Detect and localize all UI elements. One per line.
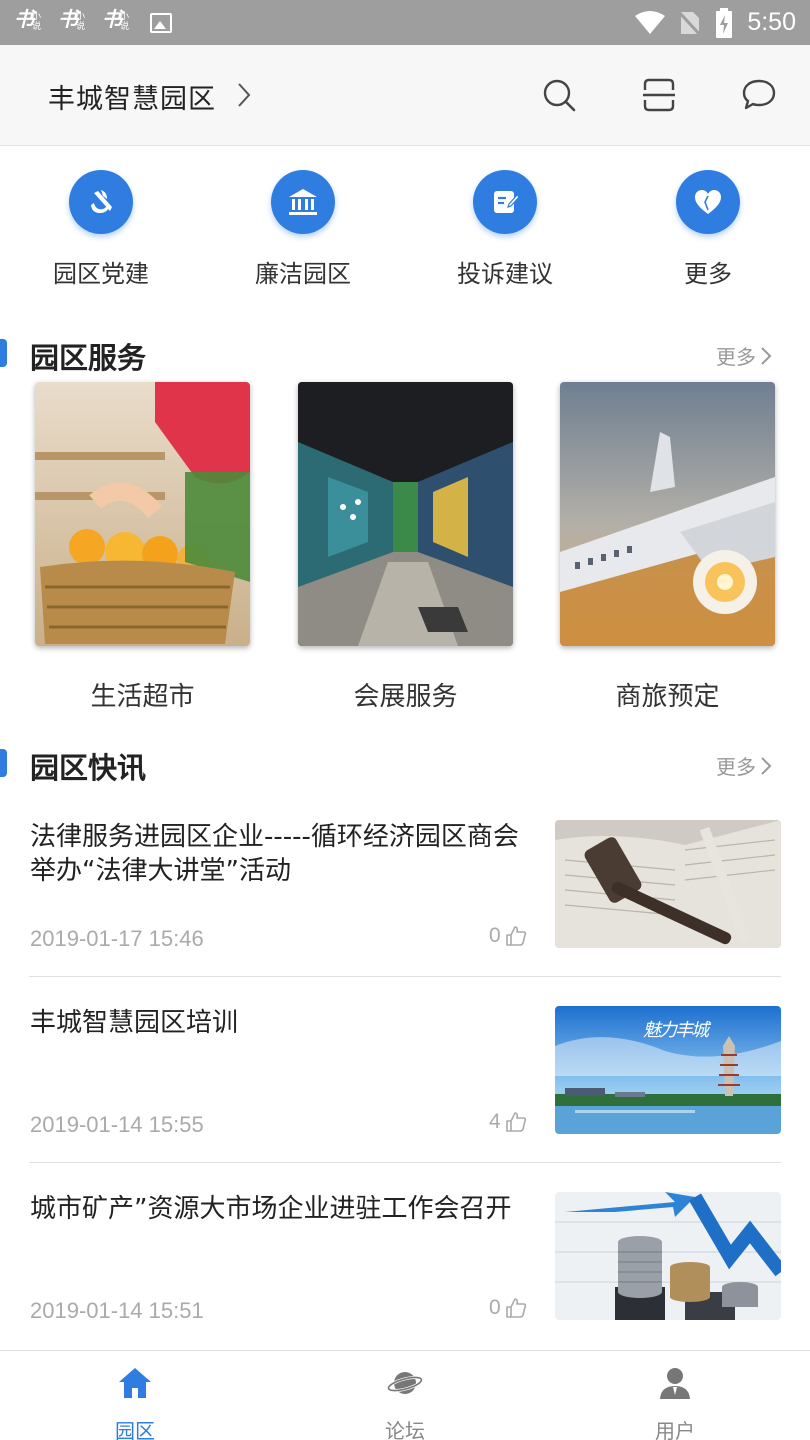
quick-entry-more[interactable]: 更多 <box>628 170 788 289</box>
news-thumbnail <box>555 820 781 948</box>
news-more-link[interactable]: 更多 <box>716 751 772 780</box>
government-building-icon <box>271 170 335 234</box>
nav-tab-park[interactable]: 园区 <box>65 1365 205 1440</box>
no-sim-icon <box>679 10 702 36</box>
status-bar: 书小说 书小说 书小说 5:50 <box>0 0 810 45</box>
thumbs-up-icon <box>505 1298 526 1318</box>
nav-label: 园区 <box>115 1419 155 1440</box>
more-label: 更多 <box>716 345 756 369</box>
quick-entry-label: 廉洁园区 <box>255 260 351 288</box>
chevron-right-icon <box>761 756 772 775</box>
service-label: 生活超市 <box>90 682 195 712</box>
like-count: 4 <box>489 1110 501 1133</box>
exhibition-hall-photo <box>298 382 513 646</box>
novel-app-notification-icon: 书小说 <box>14 6 42 32</box>
scan-icon[interactable] <box>640 76 678 114</box>
search-icon[interactable] <box>540 76 578 114</box>
news-item-title: 法律服务进园区企业-----循环经济园区商会举办“法律大讲堂”活动 <box>30 822 519 886</box>
services-section-header: 园区服务 更多 <box>0 333 810 375</box>
nav-tab-forum[interactable]: 论坛 <box>335 1365 475 1440</box>
news-title: 园区快讯 <box>30 751 147 785</box>
service-label: 会展服务 <box>353 682 458 712</box>
city-skyline-photo: 魅力丰城 <box>555 1006 781 1134</box>
thumbs-up-icon <box>505 1112 526 1132</box>
park-selector-title[interactable]: 丰城智慧园区 <box>48 77 216 116</box>
service-card-supermarket[interactable] <box>35 382 250 646</box>
news-item[interactable]: 法律服务进园区企业-----循环经济园区商会举办“法律大讲堂”活动 2019-0… <box>0 820 810 1006</box>
divider <box>29 976 781 977</box>
news-item[interactable]: 丰城智慧园区培训 2019-01-14 15:55 4 魅力丰城 <box>0 1006 810 1192</box>
quick-entry-clean-park[interactable]: 廉洁园区 <box>223 170 383 289</box>
like-count: 0 <box>489 924 501 947</box>
battery-charging-icon <box>716 7 733 38</box>
section-accent-bar <box>0 749 7 777</box>
party-emblem-icon <box>69 170 133 234</box>
news-item-title: 丰城智慧园区培训 <box>30 1008 239 1038</box>
news-item-date: 2019-01-17 15:46 <box>30 926 204 951</box>
service-card-travel[interactable] <box>560 382 775 646</box>
nav-tab-user[interactable]: 用户 <box>605 1365 745 1440</box>
notification-icons: 书小说 书小说 书小说 <box>14 8 172 38</box>
section-accent-bar <box>0 339 7 367</box>
planet-icon <box>387 1372 423 1394</box>
user-icon <box>660 1368 690 1399</box>
news-thumbnail: 魅力丰城 <box>555 1006 781 1134</box>
image-notification-icon <box>150 12 172 33</box>
airplane-photo <box>560 382 775 646</box>
news-item-date: 2019-01-14 15:51 <box>30 1298 204 1323</box>
chevron-right-icon[interactable] <box>236 82 252 108</box>
like-counter[interactable]: 0 <box>489 1296 527 1320</box>
nav-label: 论坛 <box>385 1419 425 1440</box>
quick-entry-grid: 园区党建 廉洁园区 投诉建议 更多 <box>0 146 810 296</box>
service-label: 商旅预定 <box>615 682 720 712</box>
novel-app-notification-icon: 书小说 <box>58 6 86 32</box>
thumbs-up-icon <box>505 926 526 946</box>
app-header: 丰城智慧园区 <box>0 45 810 146</box>
quick-entry-label: 投诉建议 <box>457 260 553 288</box>
news-item-date: 2019-01-14 15:55 <box>30 1112 204 1137</box>
like-count: 0 <box>489 1296 501 1319</box>
service-card-exhibition[interactable] <box>298 382 513 646</box>
bottom-navigation: 园区 论坛 用户 <box>0 1350 810 1440</box>
more-label: 更多 <box>716 755 756 779</box>
quick-entry-party-building[interactable]: 园区党建 <box>21 170 181 289</box>
chevron-right-icon <box>761 346 772 365</box>
clock: 5:50 <box>747 8 796 36</box>
wifi-icon <box>635 10 666 34</box>
news-section-header: 园区快讯 更多 <box>0 743 810 785</box>
quick-entry-label: 更多 <box>684 260 732 288</box>
like-counter[interactable]: 0 <box>489 924 527 948</box>
coins-chart-photo <box>555 1192 781 1320</box>
gavel-photo <box>555 820 781 948</box>
message-icon[interactable] <box>740 76 778 114</box>
heart-icon <box>676 170 740 234</box>
news-thumbnail <box>555 1192 781 1320</box>
note-edit-icon <box>473 170 537 234</box>
grocery-basket-photo <box>35 382 250 646</box>
services-title: 园区服务 <box>30 341 147 375</box>
quick-entry-label: 园区党建 <box>53 260 149 288</box>
news-item-title: 城市矿产”资源大市场企业进驻工作会召开 <box>30 1194 512 1224</box>
like-counter[interactable]: 4 <box>489 1110 527 1134</box>
divider <box>29 1162 781 1163</box>
novel-app-notification-icon: 书小说 <box>102 6 130 32</box>
nav-label: 用户 <box>655 1419 695 1440</box>
services-more-link[interactable]: 更多 <box>716 341 772 370</box>
quick-entry-complaint[interactable]: 投诉建议 <box>425 170 585 289</box>
city-image-caption: 魅力丰城 <box>643 1020 712 1041</box>
home-icon <box>119 1368 151 1398</box>
